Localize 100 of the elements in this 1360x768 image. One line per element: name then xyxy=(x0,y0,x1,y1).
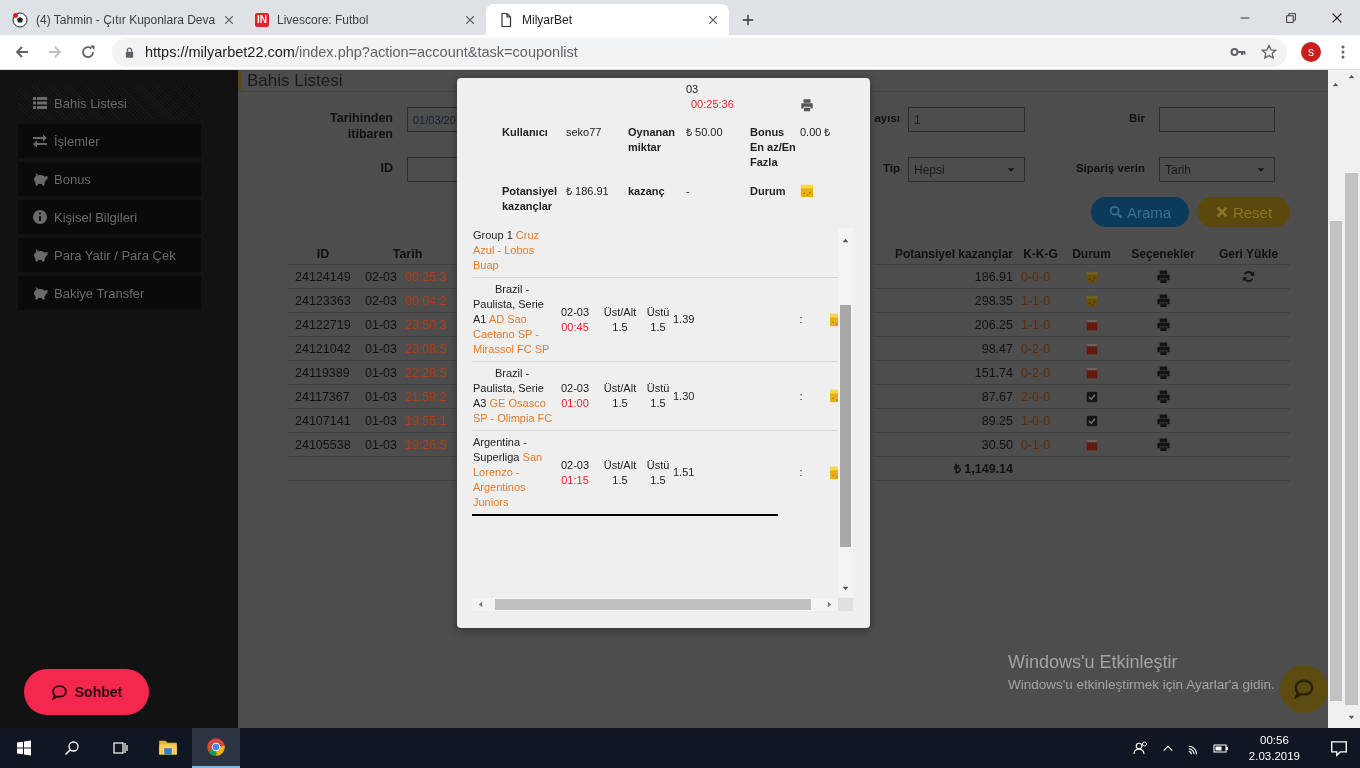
tab-title: Livescore: Futbol xyxy=(277,12,370,27)
table-cell-text: 151.74 xyxy=(973,365,1014,380)
address-bar[interactable]: https://milyarbet22.com/index.php?action=account&task=couponlist xyxy=(112,37,1287,67)
browser-tab[interactable]: IN Livescore: Futbol xyxy=(243,4,486,35)
close-icon[interactable] xyxy=(707,13,719,26)
market-line: 1.5 xyxy=(612,319,628,335)
info-label: Potansiyel kazançlar xyxy=(502,184,559,214)
market-name: Üst/Alt xyxy=(603,381,637,396)
field-label: Sipariş verin xyxy=(1074,161,1145,176)
scrollbar[interactable] xyxy=(472,598,853,611)
table-cell-text: 186.91 xyxy=(973,269,1014,284)
info-icon xyxy=(32,209,48,225)
speech-bubble-icon xyxy=(50,683,68,701)
column-header: K-K-G xyxy=(1022,246,1059,261)
down-arrow-icon[interactable] xyxy=(841,584,850,593)
reload-icon[interactable] xyxy=(80,44,96,60)
info-value: ₺ 50.00 xyxy=(686,125,724,140)
column-header: Geri Yükle xyxy=(1217,246,1280,261)
table-cell-text: 298.35 xyxy=(973,293,1014,308)
table-cell-text: 24121042 xyxy=(294,341,352,356)
scrollbar-thumb[interactable] xyxy=(495,599,811,610)
field-label: Tip xyxy=(881,161,900,176)
event-text: Group 1 Cruz Azul - Lobos Buap xyxy=(473,228,541,273)
table-cell: 01-03 xyxy=(365,389,397,404)
event-text: Argentina - Superliga San Lorenzo - Argentinos Juniors xyxy=(473,435,544,510)
browser-logo-icon xyxy=(206,737,226,757)
sidebar-item[interactable]: Kişisel Bilgileri xyxy=(18,200,201,234)
restore-icon[interactable] xyxy=(1284,10,1298,25)
input-field[interactable]: 1 xyxy=(908,107,1025,132)
odds-value: 1.39 xyxy=(673,313,695,325)
scrollbar-thumb[interactable] xyxy=(1345,173,1358,705)
notification-icon[interactable] xyxy=(1330,739,1348,757)
close-icon xyxy=(1214,205,1229,219)
printer-icon[interactable] xyxy=(800,98,814,112)
sidebar-item[interactable]: Bakiye Transfer xyxy=(18,276,201,310)
chat-button[interactable]: Sohbet xyxy=(24,669,149,715)
pick-name: Üstü xyxy=(646,381,670,396)
table-cell: 01-03 xyxy=(365,437,397,452)
pick-name: Üstü xyxy=(646,457,670,473)
clock[interactable]: 00:56 2.03.2019 xyxy=(1248,732,1300,764)
date-text: 03 xyxy=(686,82,700,97)
sidebar-item[interactable]: Para Yatir / Para Çek xyxy=(18,238,201,272)
table-cell: 01-03 xyxy=(365,365,397,380)
table-cell-text: 0-1-0 xyxy=(1020,437,1052,452)
table-cell-text: 30.50 xyxy=(980,437,1014,452)
odds-value: 1.51 xyxy=(673,466,695,478)
info-label: Bonus En az/En Fazla xyxy=(750,125,797,170)
market-name: Üst/Alt xyxy=(603,304,637,320)
field-label: ID xyxy=(379,160,393,177)
table-cell-text: 24107141 xyxy=(294,413,352,428)
score-text: : xyxy=(799,389,803,402)
people-icon[interactable] xyxy=(1132,740,1149,756)
task-view-icon xyxy=(112,740,128,756)
activation-text: Windows'u etkinleştirmek için Ayarlar'a gidin. xyxy=(1008,676,1275,694)
scrollbar-thumb[interactable] xyxy=(840,305,851,547)
url-text: https://milyarbet22.com/index.php?action=account&task=couponlist xyxy=(145,44,578,60)
profile-avatar[interactable]: s xyxy=(1301,42,1321,62)
market-line: 1.5 xyxy=(612,472,628,488)
piggy-bank-icon xyxy=(32,171,48,187)
table-cell: 02-03 xyxy=(365,293,397,308)
site-logo: IN xyxy=(255,12,269,27)
search-icon xyxy=(64,740,80,756)
table-cell: 23:08:5 xyxy=(405,341,447,356)
scrollbar[interactable] xyxy=(1328,70,1343,728)
column-header: ID xyxy=(315,246,331,261)
table-cell: 22:28:5 xyxy=(405,365,447,380)
left-arrow-icon[interactable] xyxy=(476,600,485,609)
new-tab-icon[interactable] xyxy=(741,13,755,27)
sidebar-item[interactable]: İşlemler xyxy=(18,124,201,158)
column-header: Seçenekler xyxy=(1130,246,1196,261)
table-cell: 23:50:3 xyxy=(405,317,447,332)
pick-name: Üstü xyxy=(646,304,670,320)
star-icon[interactable] xyxy=(1261,44,1277,60)
time-text: 00:45 xyxy=(561,319,589,335)
piggy-bank-icon xyxy=(32,285,48,301)
sidebar-item[interactable]: Bahis Listesi xyxy=(18,86,201,120)
total-amount: ₺ 1,149.14 xyxy=(952,461,1014,477)
up-arrow-icon[interactable] xyxy=(841,236,850,245)
taskbar-app[interactable] xyxy=(192,728,240,768)
browser-tab[interactable]: (4) Tahmin - Çıtır Kuponlara Deva xyxy=(0,4,243,35)
odds-value: 1.30 xyxy=(673,389,695,402)
windows-logo-icon xyxy=(16,740,32,756)
scrollbar[interactable] xyxy=(838,228,853,597)
tab-title: MilyarBet xyxy=(522,12,573,27)
date-text: 02-03 xyxy=(560,381,590,396)
browser-tab[interactable]: MilyarBet xyxy=(486,4,729,35)
table-cell-text: 1-1-0 xyxy=(1020,293,1052,308)
info-value: ₺ 186.91 xyxy=(566,184,610,199)
arrows-icon xyxy=(32,133,48,149)
sidebar-item[interactable]: Bonus xyxy=(18,162,201,196)
info-value: seko77 xyxy=(566,125,603,140)
scrollbar[interactable] xyxy=(1343,70,1360,728)
input-field[interactable] xyxy=(1159,107,1275,132)
down-arrow-icon[interactable] xyxy=(1347,713,1356,722)
scrollbar-thumb[interactable] xyxy=(1329,221,1342,701)
list-icon xyxy=(32,95,48,111)
event-text: Brazil - Paulista, Serie A1 AD Sao Caetano SP - Mirassol FC SP xyxy=(473,282,551,357)
info-value: - xyxy=(686,184,691,199)
back-arrow-icon[interactable] xyxy=(14,44,30,60)
date-text: 02-03 xyxy=(560,457,590,473)
